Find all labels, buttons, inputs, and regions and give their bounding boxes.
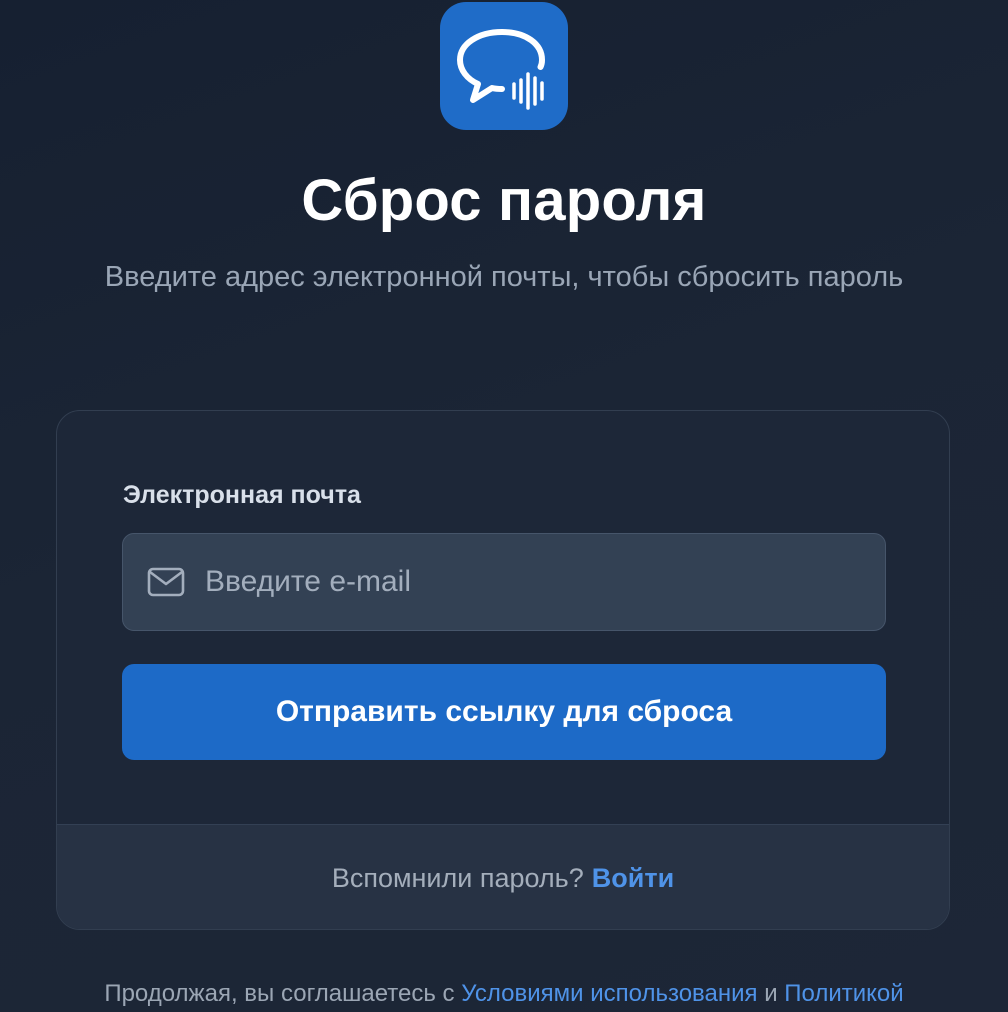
send-reset-link-button[interactable]: Отправить ссылку для сброса <box>122 664 886 760</box>
page-title: Сброс пароля <box>301 168 707 233</box>
terms-link[interactable]: Условиями использования <box>461 980 757 1007</box>
email-input[interactable] <box>205 534 865 630</box>
email-field[interactable] <box>122 533 886 631</box>
chat-bubble-voice-icon <box>440 2 568 130</box>
app-logo <box>440 2 568 130</box>
legal-notice: Продолжая, вы соглашаетесь с Условиями и… <box>0 980 1008 1008</box>
privacy-link[interactable]: Политикой <box>784 980 903 1007</box>
legal-conjunction: и <box>764 980 778 1007</box>
legal-prefix: Продолжая, вы соглашаетесь с <box>104 980 455 1007</box>
card-footer: Вспомнили пароль? Войти <box>57 824 949 929</box>
page-subtitle: Введите адрес электронной почты, чтобы с… <box>104 261 904 293</box>
login-link[interactable]: Войти <box>592 863 674 894</box>
remember-password-text: Вспомнили пароль? <box>331 863 584 893</box>
reset-password-card: Электронная почта Отправить ссылку для с… <box>56 410 950 930</box>
mail-icon <box>147 567 185 597</box>
email-label: Электронная почта <box>123 481 361 509</box>
